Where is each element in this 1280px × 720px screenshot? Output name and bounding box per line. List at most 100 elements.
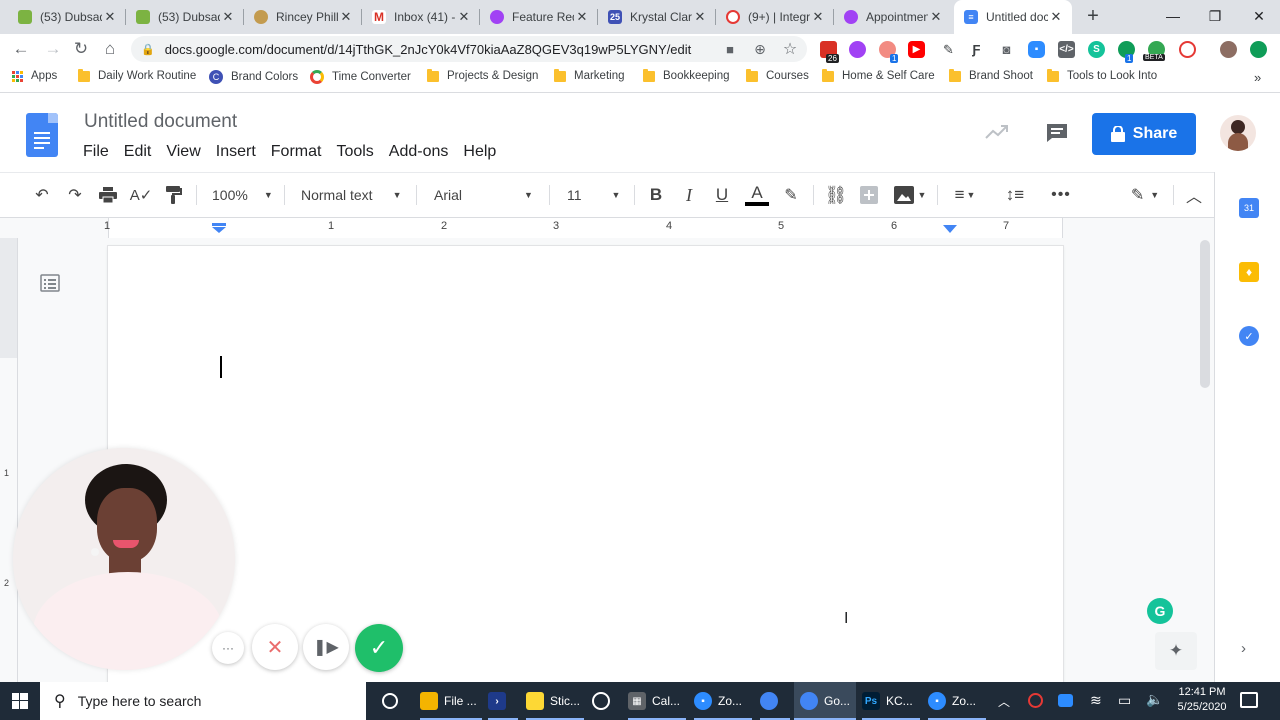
chrome-menu-icon[interactable] [1250,41,1267,58]
tray-app-icon[interactable] [1028,693,1043,708]
forward-icon[interactable]: → [41,37,65,61]
expand-panel-icon[interactable]: › [1241,640,1246,657]
menu-addons[interactable]: Add-ons [389,143,449,161]
notifications-icon[interactable] [1240,692,1258,708]
editing-mode-icon[interactable]: ✎ ▼ [1123,183,1167,207]
font-icon[interactable]: Ƒ [968,41,985,58]
taskbar-app[interactable]: ▦ Cal... [628,682,686,720]
profile-avatar-icon[interactable] [1220,41,1237,58]
star-icon[interactable]: ☆ [778,37,802,61]
taskbar-app[interactable]: Ps KC... [862,682,920,720]
right-indent-marker-icon[interactable] [943,224,957,234]
spellcheck-icon[interactable]: A✓ [129,183,153,207]
print-icon[interactable] [96,183,120,207]
cortana-icon[interactable] [382,693,398,709]
account-avatar[interactable] [1220,115,1256,151]
document-outline-icon[interactable] [40,274,60,292]
browser-tab[interactable]: (53) Dubsado ✕ [126,0,244,34]
grammarly-icon[interactable]: G [1147,598,1173,624]
taskbar-app[interactable]: › [488,682,518,720]
text-color-button[interactable]: A [744,183,770,207]
back-icon[interactable]: ← [9,37,33,61]
home-icon[interactable]: ⌂ [98,37,122,61]
bookmark-folder[interactable]: Bookkeeping [643,68,730,82]
font-size-dropdown[interactable]: 11 ▼ [567,183,620,207]
recorder-cancel-button[interactable]: ✕ [252,624,298,670]
font-dropdown[interactable]: Arial ▼ [434,183,533,207]
reload-icon[interactable]: ↻ [69,37,93,61]
menu-view[interactable]: View [166,143,200,161]
restore-button[interactable]: ❐ [1192,0,1238,32]
calendar-icon[interactable]: 31 [1239,198,1259,218]
taskbar-app[interactable]: ▪ Zo... [694,682,752,720]
undo-icon[interactable]: ↶ [30,183,54,207]
document-page[interactable] [108,246,1063,706]
bookmark-folder[interactable]: Marketing [554,68,625,82]
zoom-dropdown[interactable]: 100% ▼ [212,183,273,207]
highlight-icon[interactable]: ✎ [780,183,802,207]
minimize-button[interactable]: — [1150,0,1196,32]
taskbar-app[interactable] [592,682,622,720]
webcam-bubble[interactable] [13,448,235,670]
taskbar-search-box[interactable]: ⚲ Type here to search [40,682,366,720]
bookmark-apps[interactable]: Apps [12,70,57,82]
youtube-icon[interactable]: ▶ [908,41,925,58]
insert-image-icon[interactable]: ▼ [890,183,930,207]
menu-file[interactable]: File [83,143,109,161]
menu-help[interactable]: Help [463,143,496,161]
close-tab-icon[interactable]: ✕ [102,9,118,25]
browser-tab[interactable]: 25 Krystal Clark ✕ [598,0,716,34]
camera-icon[interactable]: ■ [718,37,742,61]
bookmark-folder[interactable]: Brand Shoot [949,68,1033,82]
google-docs-logo-icon[interactable] [26,113,58,157]
recorder-more-button[interactable]: ··· [212,632,244,664]
browser-tab[interactable]: (9+) | Integr ✕ [716,0,834,34]
taskbar-app[interactable]: File ... [420,682,482,720]
document-title[interactable]: Untitled document [84,111,237,133]
menu-edit[interactable]: Edit [124,143,152,161]
taskbar-clock[interactable]: 12:41 PM 5/25/2020 [1172,685,1232,715]
address-bar[interactable]: 🔒 docs.google.com/document/d/14jTthGK_2n… [131,36,807,62]
activity-trend-icon[interactable] [984,122,1010,142]
menu-tools[interactable]: Tools [336,143,373,161]
more-options-icon[interactable]: ••• [1049,183,1073,207]
vertical-scrollbar[interactable] [1200,240,1210,388]
extension-icon[interactable] [1179,41,1196,58]
comment-icon[interactable] [1045,122,1069,144]
align-left-icon[interactable]: ≡ ▼ [947,183,983,207]
menu-format[interactable]: Format [271,143,322,161]
volume-icon[interactable]: 🔈 [1146,691,1163,708]
left-indent-marker-icon[interactable] [212,222,226,233]
close-tab-icon[interactable]: ✕ [456,9,472,25]
underline-button[interactable]: U [711,183,733,207]
battery-icon[interactable]: ▭ [1118,692,1131,709]
tray-zoom-icon[interactable] [1058,694,1073,707]
screenshot-icon[interactable]: ◙ [998,41,1015,58]
link-icon[interactable]: ⛓ [824,183,848,207]
close-tab-icon[interactable]: ✕ [574,9,590,25]
bookmark-folder[interactable]: Daily Work Routine [78,68,196,82]
bold-button[interactable]: B [645,183,667,207]
bookmark-folder[interactable]: Tools to Look Into [1047,68,1157,82]
close-tab-icon[interactable]: ✕ [692,9,708,25]
zoom-app-icon[interactable]: ▪ [1028,41,1045,58]
grammarly-extension-icon[interactable]: S [1088,41,1105,58]
line-spacing-icon[interactable]: ↕≡ [1003,183,1027,207]
bookmark-link[interactable]: C Brand Colors [209,70,298,84]
show-hidden-icons-icon[interactable]: ︿ [998,693,1010,710]
recorder-done-button[interactable]: ✓ [355,624,403,672]
italic-button[interactable]: I [678,183,700,207]
close-tab-icon[interactable]: ✕ [810,9,826,25]
bookmark-folder[interactable]: Projects & Design [427,68,538,82]
browser-tab[interactable]: M Inbox (41) - ✕ [362,0,480,34]
add-comment-icon[interactable] [858,183,880,207]
close-tab-icon[interactable]: ✕ [220,9,236,25]
browser-tab[interactable]: (53) Dubsado ✕ [8,0,126,34]
explore-icon[interactable]: ✦ [1155,632,1197,670]
share-button[interactable]: Share [1092,113,1196,155]
taskbar-app-active[interactable]: Go... [794,682,856,720]
extension-icon[interactable] [849,41,866,58]
browser-tab[interactable]: Feature Requests ✕ [480,0,598,34]
browser-tab[interactable]: Appointments ✕ [834,0,952,34]
zoom-icon[interactable]: ⊕ [748,37,772,61]
